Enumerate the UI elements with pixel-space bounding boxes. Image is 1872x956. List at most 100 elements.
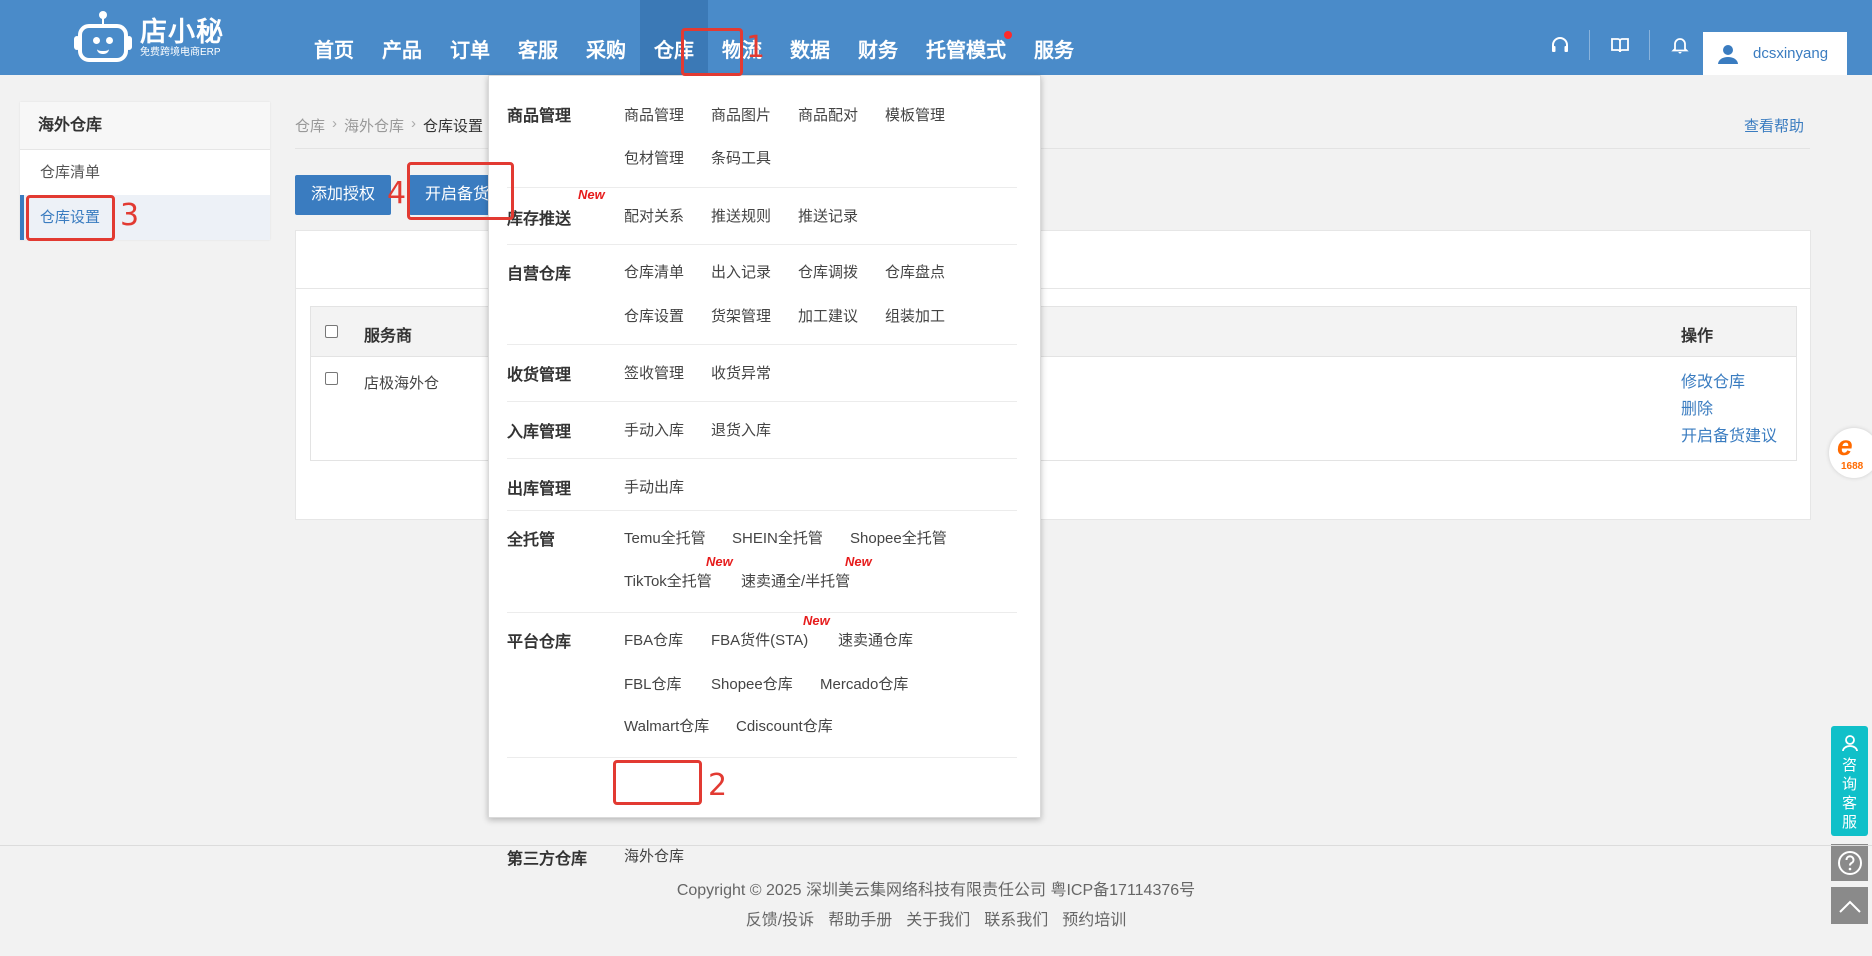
menu-item[interactable]: FBL仓库 [624,673,682,694]
menu-item[interactable]: 收货异常 [711,362,771,383]
annotation-number-1: 1 [746,30,766,65]
provider-name: 店极海外仓 [364,375,440,392]
add-auth-button[interactable]: 添加授权 [295,175,392,215]
nav-services[interactable]: 服务 [1020,0,1088,75]
footer-divider [0,845,1872,846]
menu-item[interactable]: 模板管理 [885,104,945,125]
menu-item[interactable]: 出入记录 [711,261,771,282]
nav-finance[interactable]: 财务 [844,0,912,75]
menu-item[interactable]: 商品配对 [798,104,858,125]
menu-item[interactable]: 手动出库 [624,476,684,497]
chevron-right-icon: › [411,115,417,132]
menu-item[interactable]: FBA货件(STA) [711,629,808,650]
new-badge: New [706,554,733,569]
menu-item[interactable]: FBA仓库 [624,629,683,650]
menu-item[interactable]: Shopee仓库 [711,673,793,694]
brand-name: 店小秘 [140,17,224,47]
menu-section-title: 库存推送 [507,211,572,228]
ali-1688-button[interactable]: e 1688 [1829,428,1872,478]
select-all-checkbox[interactable] [325,325,338,338]
menu-item[interactable]: 推送记录 [798,205,858,226]
menu-item[interactable]: 速卖通全/半托管 [741,570,850,591]
consult-service-button[interactable]: 咨询客服 [1831,726,1868,836]
menu-item-overseas-warehouse[interactable]: 海外仓库 [624,845,684,866]
menu-item[interactable]: 仓库清单 [624,261,684,282]
nav-customer-service[interactable]: 客服 [504,0,572,75]
help-link[interactable]: 查看帮助 [1744,115,1804,136]
menu-item[interactable]: 条码工具 [711,147,771,168]
footer-links: 反馈/投诉 帮助手册 关于我们 联系我们 预约培训 [0,906,1872,930]
footer-copyright: Copyright © 2025 深圳美云集网络科技有限责任公司 粤ICP备17… [676,882,1196,899]
menu-item[interactable]: 仓库设置 [624,305,684,326]
row-actions: 修改仓库 删除 开启备货建议 [1681,369,1777,450]
menu-item[interactable]: 包材管理 [624,147,684,168]
menu-section-inbound: 入库管理 手动入库 退货入库 [507,402,1017,459]
headset-icon[interactable] [1530,30,1590,60]
breadcrumb-overseas[interactable]: 海外仓库 [344,115,404,136]
footer-link-training[interactable]: 预约培训 [1062,906,1126,930]
nav-purchasing[interactable]: 采购 [572,0,640,75]
menu-item[interactable]: 签收管理 [624,362,684,383]
menu-section-title: 收货管理 [507,367,572,384]
menu-item[interactable]: 组装加工 [885,305,945,326]
menu-section-full-hosting: 全托管 Temu全托管 SHEIN全托管 Shopee全托管 TikTok全托管… [507,511,1017,613]
nav-orders[interactable]: 订单 [436,0,504,75]
annotation-box-2 [613,760,702,805]
notification-dot [1004,31,1012,39]
menu-item[interactable]: 仓库盘点 [885,261,945,282]
menu-item[interactable]: 货架管理 [711,305,771,326]
footer-link-feedback[interactable]: 反馈/投诉 [746,906,814,930]
annotation-box-4 [407,162,514,220]
nav-data[interactable]: 数据 [776,0,844,75]
edit-warehouse-link[interactable]: 修改仓库 [1681,369,1777,396]
menu-item[interactable]: TikTok全托管 [624,570,712,591]
breadcrumb: 仓库 › 海外仓库 › 仓库设置 [295,115,483,136]
menu-item[interactable]: Cdiscount仓库 [736,715,833,736]
brand-tagline: 免费跨境电商ERP [140,47,221,58]
menu-item[interactable]: 退货入库 [711,419,771,440]
new-badge: New [845,554,872,569]
menu-section-outbound: 出库管理 手动出库 [507,459,1017,511]
nav-hosting-mode-label: 托管模式 [926,40,1006,62]
menu-item[interactable]: 推送规则 [711,205,771,226]
enable-stock-suggestion-link[interactable]: 开启备货建议 [1681,423,1777,450]
menu-section-product-mgmt: 商品管理 商品管理 商品图片 商品配对 模板管理 包材管理 条码工具 [507,76,1017,188]
menu-section-title: 全托管 [507,532,556,549]
menu-item[interactable]: Temu全托管 [624,527,706,548]
top-bar: 店小秘 免费跨境电商ERP 首页 产品 订单 客服 采购 仓库 物流 数据 财务… [0,0,1872,75]
book-icon[interactable] [1590,30,1650,60]
bell-icon[interactable] [1650,30,1710,60]
menu-item[interactable]: 商品管理 [624,104,684,125]
row-checkbox[interactable] [325,372,338,385]
menu-item[interactable]: Shopee全托管 [850,527,947,548]
breadcrumb-current: 仓库设置 [423,118,484,135]
user-menu[interactable]: dcsxinyang [1703,32,1847,75]
nav-hosting-mode[interactable]: 托管模式 [912,0,1020,75]
menu-item[interactable]: Walmart仓库 [624,715,709,736]
nav-products[interactable]: 产品 [368,0,436,75]
menu-item[interactable]: 商品图片 [711,104,771,125]
menu-section-title: 第三方仓库 [507,851,588,868]
nav-home[interactable]: 首页 [300,0,368,75]
annotation-number-4: 4 [387,176,407,211]
menu-item[interactable]: 速卖通仓库 [838,629,913,650]
menu-item[interactable]: 配对关系 [624,205,684,226]
menu-item[interactable]: 仓库调拨 [798,261,858,282]
footer-link-contact[interactable]: 联系我们 [984,906,1048,930]
delete-link[interactable]: 删除 [1681,396,1777,423]
breadcrumb-warehouse[interactable]: 仓库 [295,115,325,136]
top-icons [1530,30,1710,60]
footer-link-manual[interactable]: 帮助手册 [828,906,892,930]
header-provider: 服务商 [364,328,413,345]
menu-item[interactable]: 手动入库 [624,419,684,440]
brand-logo[interactable]: 店小秘 免费跨境电商ERP [74,10,224,66]
menu-item[interactable]: SHEIN全托管 [732,527,823,548]
menu-item[interactable]: Mercado仓库 [820,673,908,694]
menu-section-stock-push: 库存推送 New 配对关系 推送规则 推送记录 [507,187,1017,245]
annotation-box-3 [26,195,115,241]
menu-item[interactable]: 加工建议 [798,305,858,326]
ali-1688-number: 1688 [1841,461,1864,472]
footer-link-about[interactable]: 关于我们 [906,906,970,930]
ali-1688-logo: e [1837,430,1853,461]
sidebar-item-warehouse-list[interactable]: 仓库清单 [20,150,270,195]
